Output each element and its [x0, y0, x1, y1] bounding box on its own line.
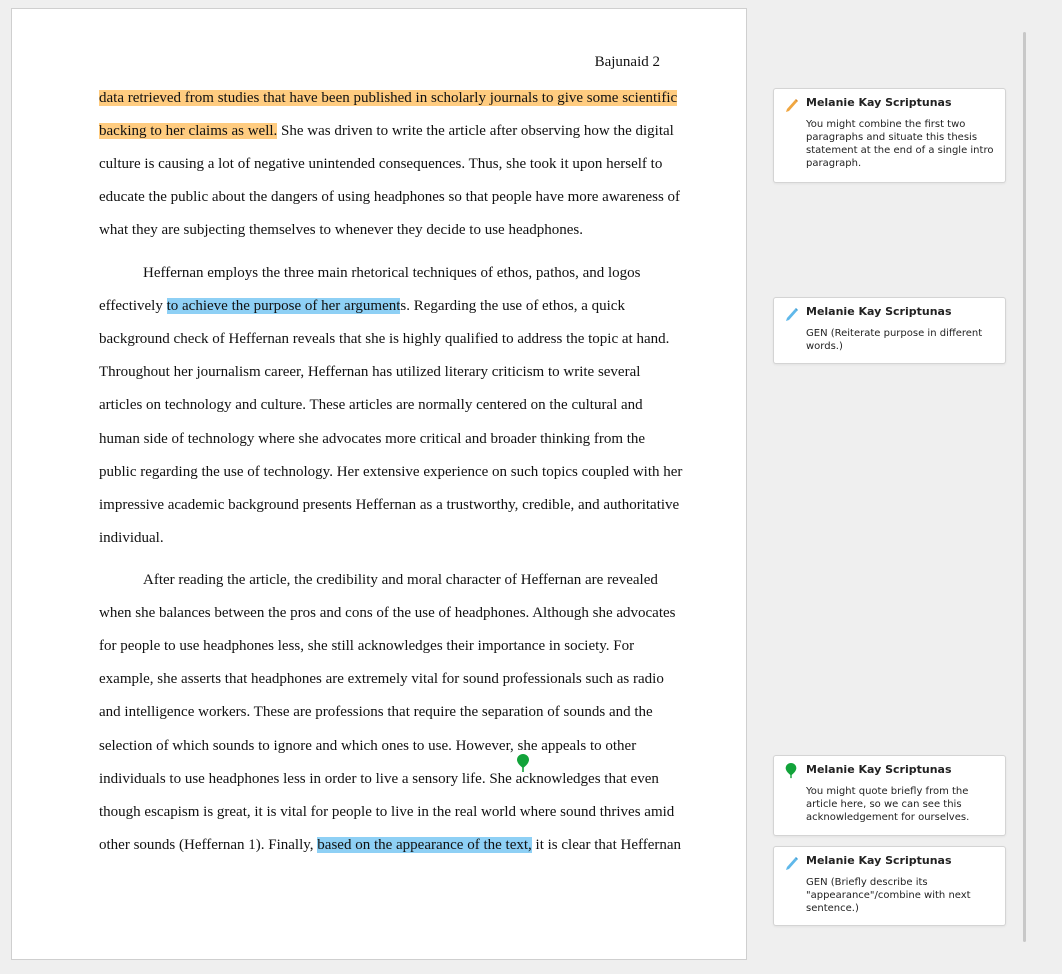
text-segment: Throughout her journalism career, Heffer…	[99, 364, 641, 381]
page-header: Bajunaid 2	[594, 54, 660, 70]
document-page: Bajunaid 2 data retrieved from studies t…	[11, 8, 747, 960]
text-segment: it is clear that Heffernan	[531, 836, 682, 853]
document-line: individuals to use headphones less in or…	[99, 769, 659, 789]
document-line: data retrieved from studies that have be…	[99, 88, 678, 108]
document-line: selection of which sounds to ignore and …	[99, 736, 636, 756]
text-segment: what they are subjecting themselves to w…	[99, 222, 584, 239]
document-line: educate the public about the dangers of …	[99, 187, 680, 207]
document-line: individual.	[99, 528, 164, 548]
text-segment: background check of Heffernan reveals th…	[99, 331, 670, 348]
scrollbar[interactable]	[1023, 32, 1026, 942]
text-segment: individual.	[99, 529, 164, 546]
text-segment: impressive academic background presents …	[99, 496, 680, 513]
document-line: public regarding the use of technology. …	[99, 462, 682, 482]
text-segment: She was driven to write the article afte…	[277, 123, 674, 140]
comment-card[interactable]: Melanie Kay Scriptunas You might quote b…	[773, 755, 1006, 836]
comment-text: GEN (Briefly describe its "appearance"/c…	[806, 877, 971, 914]
document-line: for people to use headphones less, she s…	[99, 636, 634, 656]
text-segment: though escapism is great, it is vital fo…	[99, 803, 675, 820]
document-line: background check of Heffernan reveals th…	[99, 329, 669, 349]
highlight-blue[interactable]: to achieve the purpose of her argument	[166, 298, 401, 315]
comment-author: Melanie Kay Scriptunas	[806, 305, 952, 318]
document-line: though escapism is great, it is vital fo…	[99, 802, 674, 822]
comment-card[interactable]: Melanie Kay Scriptunas You might combine…	[773, 88, 1006, 183]
text-segment: effectively	[99, 298, 167, 315]
pencil-blue-icon	[786, 308, 798, 321]
text-segment: culture is causing a lot of negative uni…	[99, 156, 663, 173]
document-line: backing to her claims as well. She was d…	[99, 121, 674, 141]
text-segment: s. Regarding the use of ethos, a quick	[400, 298, 625, 315]
text-segment: other sounds (Heffernan 1). Finally,	[99, 836, 318, 853]
comment-pin-icon[interactable]	[517, 754, 529, 772]
comment-author: Melanie Kay Scriptunas	[806, 96, 952, 109]
pencil-orange-icon	[786, 99, 798, 112]
document-line: culture is causing a lot of negative uni…	[99, 154, 662, 174]
text-segment: articles on technology and culture. Thes…	[99, 397, 643, 414]
highlight-blue[interactable]: based on the appearance of the text,	[317, 836, 532, 853]
comment-text: You might quote briefly from the article…	[806, 786, 970, 823]
highlight-orange[interactable]: data retrieved from studies that have be…	[99, 90, 678, 106]
comment-author: Melanie Kay Scriptunas	[806, 763, 952, 776]
document-line: human side of technology where she advoc…	[99, 429, 645, 449]
text-segment: Heffernan employs the three main rhetori…	[143, 265, 641, 281]
comment-text: You might combine the first two paragrap…	[806, 119, 994, 169]
text-segment: for people to use headphones less, she s…	[99, 638, 635, 655]
document-line: After reading the article, the credibili…	[99, 570, 658, 590]
text-segment: and intelligence workers. These are prof…	[99, 704, 653, 721]
document-line: example, she asserts that headphones are…	[99, 669, 664, 689]
document-line: impressive academic background presents …	[99, 495, 679, 515]
document-line: other sounds (Heffernan 1). Finally, bas…	[99, 835, 681, 855]
text-segment: educate the public about the dangers of …	[99, 189, 681, 206]
document-line: Heffernan employs the three main rhetori…	[99, 263, 641, 283]
comment-card[interactable]: Melanie Kay Scriptunas GEN (Briefly desc…	[773, 846, 1006, 926]
highlight-orange[interactable]: backing to her claims as well.	[99, 123, 278, 140]
text-segment: example, she asserts that headphones are…	[99, 671, 664, 688]
document-line: effectively to achieve the purpose of he…	[99, 296, 625, 316]
text-segment: public regarding the use of technology. …	[99, 463, 683, 480]
document-line: articles on technology and culture. Thes…	[99, 395, 643, 415]
comment-text: GEN (Reiterate purpose in different word…	[806, 328, 983, 352]
text-segment: individuals to use headphones less in or…	[99, 770, 659, 787]
document-line: and intelligence workers. These are prof…	[99, 702, 653, 722]
document-line: when she balances between the pros and c…	[99, 603, 676, 623]
document-line: what they are subjecting themselves to w…	[99, 220, 583, 240]
comment-author: Melanie Kay Scriptunas	[806, 854, 952, 867]
text-segment: human side of technology where she advoc…	[99, 430, 646, 447]
text-segment: After reading the article, the credibili…	[143, 572, 658, 588]
text-segment: when she balances between the pros and c…	[99, 605, 676, 622]
pin-green-icon	[785, 763, 797, 779]
pencil-blue-icon	[786, 857, 798, 870]
text-segment: selection of which sounds to ignore and …	[99, 737, 637, 754]
comment-card[interactable]: Melanie Kay Scriptunas GEN (Reiterate pu…	[773, 297, 1006, 364]
document-line: Throughout her journalism career, Heffer…	[99, 362, 640, 382]
